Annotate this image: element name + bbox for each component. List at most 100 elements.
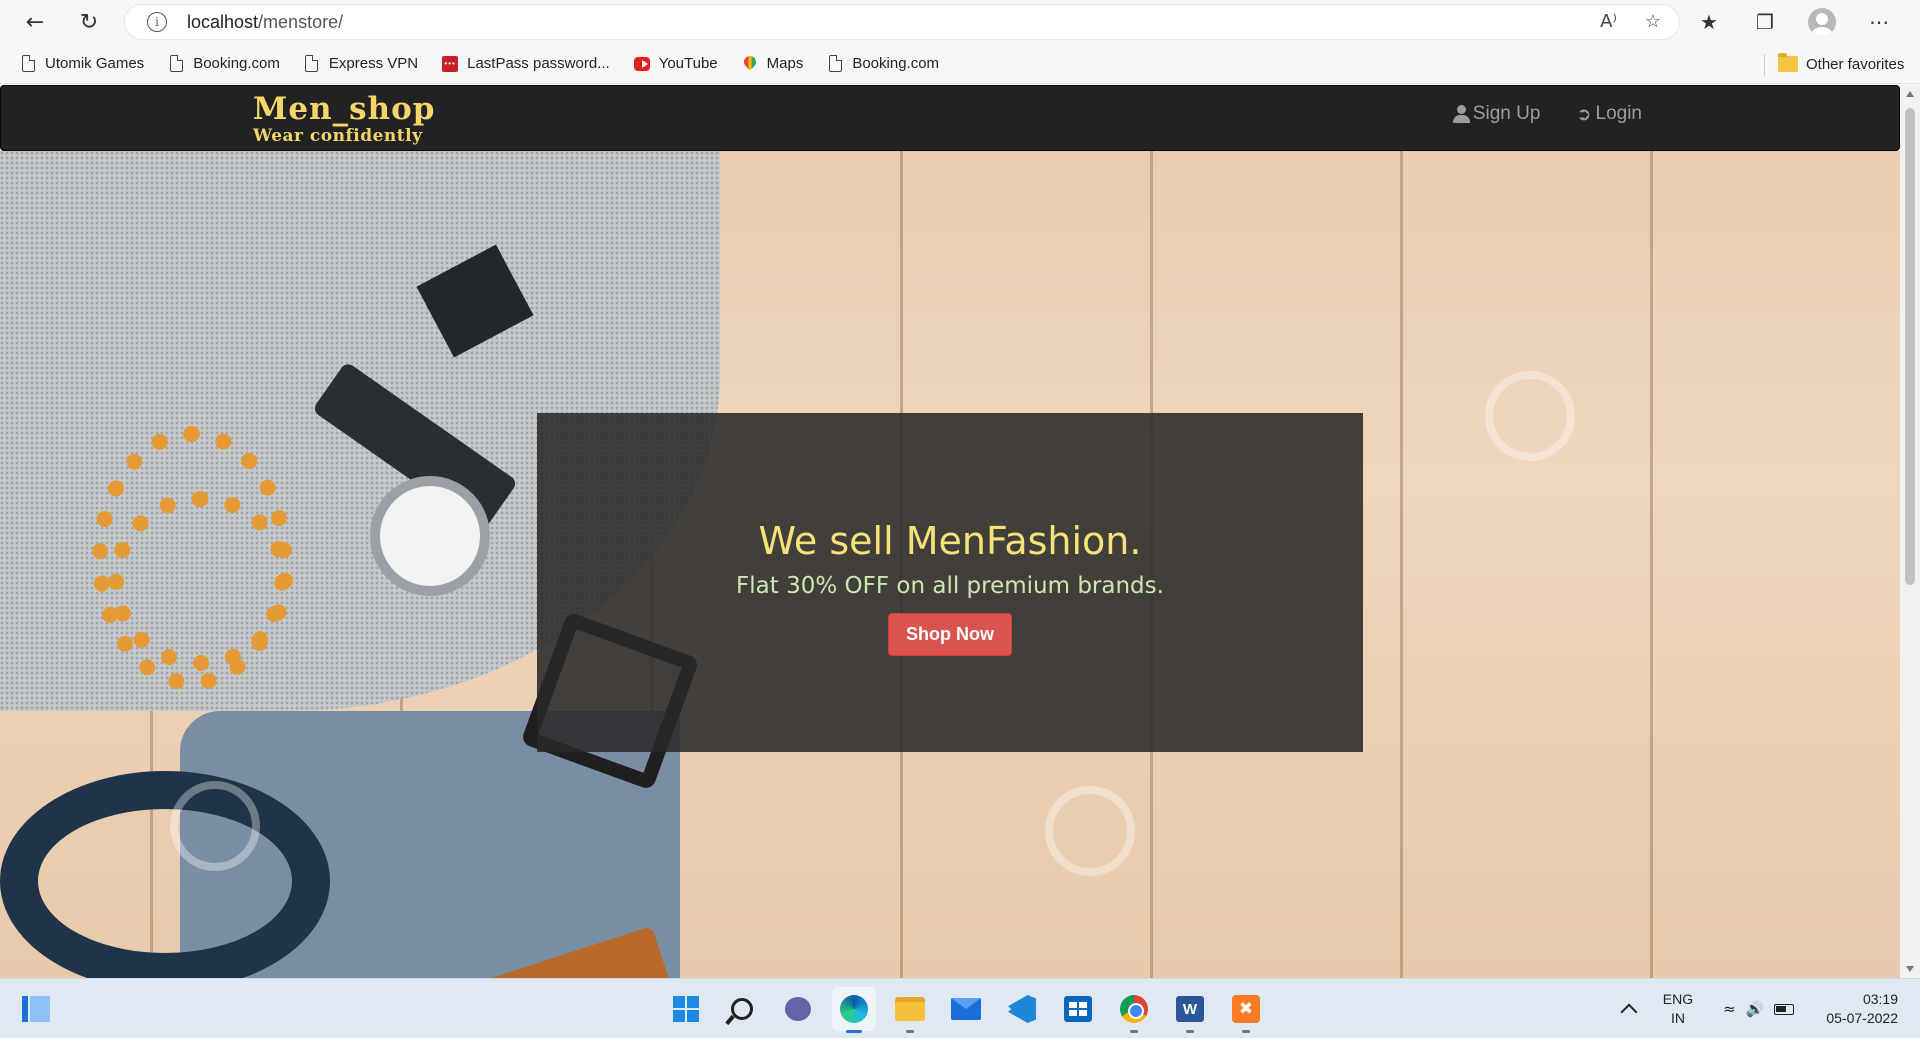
hero-watch-image [370,476,490,596]
login-label: Login [1595,103,1643,124]
site-navbar: Men_shop Wear confidently Sign Up ➲ Login [0,85,1900,151]
hero-rope-belt-image [0,771,330,978]
add-favorite-icon[interactable]: ☆ [1645,11,1661,32]
bookmark-label: Utomik Games [45,55,145,72]
windows-start-icon [673,996,699,1022]
bookmark-booking[interactable]: Booking.com [168,55,280,73]
taskbar-chrome[interactable] [1112,987,1156,1033]
scroll-thumb[interactable] [1905,108,1915,585]
bookmark-label: Maps [766,55,804,72]
vscode-icon [1008,995,1036,1023]
show-hidden-icons-chevron-icon[interactable] [1620,1003,1638,1021]
scroll-up-arrow-icon[interactable] [1906,91,1914,97]
shop-now-button[interactable]: Shop Now [888,613,1012,656]
region-code: IN [1670,1010,1685,1026]
clock[interactable]: 03:19 05-07-2022 [1826,990,1898,1028]
brand-tagline: Wear confidently [253,126,423,146]
hero-title: We sell MenFashion. [758,519,1142,563]
chrome-icon [1120,995,1148,1023]
edge-browser-icon [840,995,868,1023]
hero-overlay-box: We sell MenFashion. Flat 30% OFF on all … [537,413,1363,752]
page-icon [21,55,35,72]
taskbar-xampp[interactable]: ✖ [1224,987,1268,1033]
file-explorer-icon [895,997,925,1021]
system-tray: ENG IN ≈ 🔊 03:19 05-07-2022 [1620,979,1920,1038]
maps-icon [744,56,756,72]
language-code: ENG [1662,991,1694,1007]
collections-icon[interactable]: ❐ [1752,9,1778,35]
bookmark-label: LastPass password... [467,55,610,72]
language-indicator[interactable]: ENG IN [1663,990,1693,1028]
page-icon [828,55,842,72]
watermark-spiral-icon [1045,786,1135,876]
page-scrollbar[interactable] [1900,85,1920,978]
page-icon [169,55,183,72]
bookmark-label: YouTube [658,55,718,72]
bookmark-express-vpn[interactable]: Express VPN [304,55,418,73]
more-options-icon[interactable]: ⋯ [1866,9,1892,35]
taskbar-edge[interactable] [832,987,876,1033]
taskbar-search[interactable] [720,987,764,1031]
url-text[interactable]: localhost/menstore/ [187,12,343,33]
clock-time: 03:19 [1862,991,1898,1007]
lastpass-icon: ••• [442,55,459,72]
mail-icon [951,998,981,1020]
site-info-icon[interactable]: i [147,12,167,32]
teams-chat-icon [785,997,811,1021]
url-host: localhost [187,11,259,32]
search-icon [731,998,753,1020]
scroll-down-arrow-icon[interactable] [1906,966,1914,972]
other-favorites[interactable]: Other favorites [1778,44,1904,84]
page-icon [305,55,319,72]
user-icon [1452,105,1470,123]
read-aloud-icon[interactable]: A⁾ [1600,11,1617,32]
brand-name: Men_shop [253,91,436,127]
hero-banner: We sell MenFashion. Flat 30% OFF on all … [0,151,1900,978]
widgets-icon[interactable] [22,996,50,1022]
taskbar-word[interactable]: W [1168,987,1212,1033]
volume-icon[interactable]: 🔊 [1746,1000,1765,1018]
bookmark-label: Booking.com [193,55,280,72]
bookmark-lastpass[interactable]: ••• LastPass password... [442,55,610,73]
login-link[interactable]: ➲ Login [1576,103,1642,125]
folder-icon [1778,53,1798,72]
bookmark-utomik-games[interactable]: Utomik Games [20,55,144,73]
watermark-spiral-icon [1485,371,1575,461]
login-icon: ➲ [1576,103,1592,124]
wifi-icon[interactable]: ≈ [1723,1000,1736,1018]
battery-icon[interactable] [1774,1003,1795,1015]
bookmark-booking-2[interactable]: Booking.com [827,55,939,73]
profile-avatar-icon[interactable] [1808,8,1836,36]
clock-date: 05-07-2022 [1826,1010,1898,1026]
taskbar-teams-chat[interactable] [776,987,820,1031]
favorites-icon[interactable]: ★ [1696,9,1722,35]
bookmarks-bar: Utomik Games Booking.com Express VPN •••… [0,44,1920,84]
other-favorites-label: Other favorites [1806,55,1905,73]
back-arrow-icon[interactable]: ← [17,4,53,40]
bookmark-label: Express VPN [328,55,419,72]
signup-link[interactable]: Sign Up [1452,103,1541,125]
bookmark-maps[interactable]: Maps [742,55,804,73]
taskbar-vscode[interactable] [1000,987,1044,1031]
site-brand[interactable]: Men_shop Wear confidently [253,92,435,146]
taskbar-start[interactable] [664,987,708,1031]
youtube-icon [633,56,650,71]
windows-taskbar: W ✖ ENG IN ≈ 🔊 03:19 05-07-2022 [0,978,1920,1038]
bookmark-label: Booking.com [852,55,940,72]
bookmarks-divider [1764,54,1765,76]
taskbar-file-explorer[interactable] [888,987,932,1033]
hero-subtitle: Flat 30% OFF on all premium brands. [736,573,1164,599]
taskbar-store[interactable] [1056,987,1100,1031]
browser-toolbar: ← ↻ i localhost/menstore/ A⁾ ☆ ★ ❐ ⋯ [0,0,1920,44]
url-path: /menstore/ [258,11,344,32]
webpage-viewport: Men_shop Wear confidently Sign Up ➲ Login… [0,85,1900,978]
signup-label: Sign Up [1472,103,1541,124]
watermark-spiral-icon [170,781,260,871]
address-bar[interactable]: i localhost/menstore/ A⁾ ☆ [124,4,1680,40]
taskbar-mail[interactable] [944,987,988,1031]
refresh-icon[interactable]: ↻ [71,4,107,40]
xampp-icon: ✖ [1232,995,1260,1023]
hero-bracelet-image-2 [108,491,293,671]
bookmark-youtube[interactable]: YouTube [633,55,718,73]
microsoft-store-icon [1064,996,1092,1022]
